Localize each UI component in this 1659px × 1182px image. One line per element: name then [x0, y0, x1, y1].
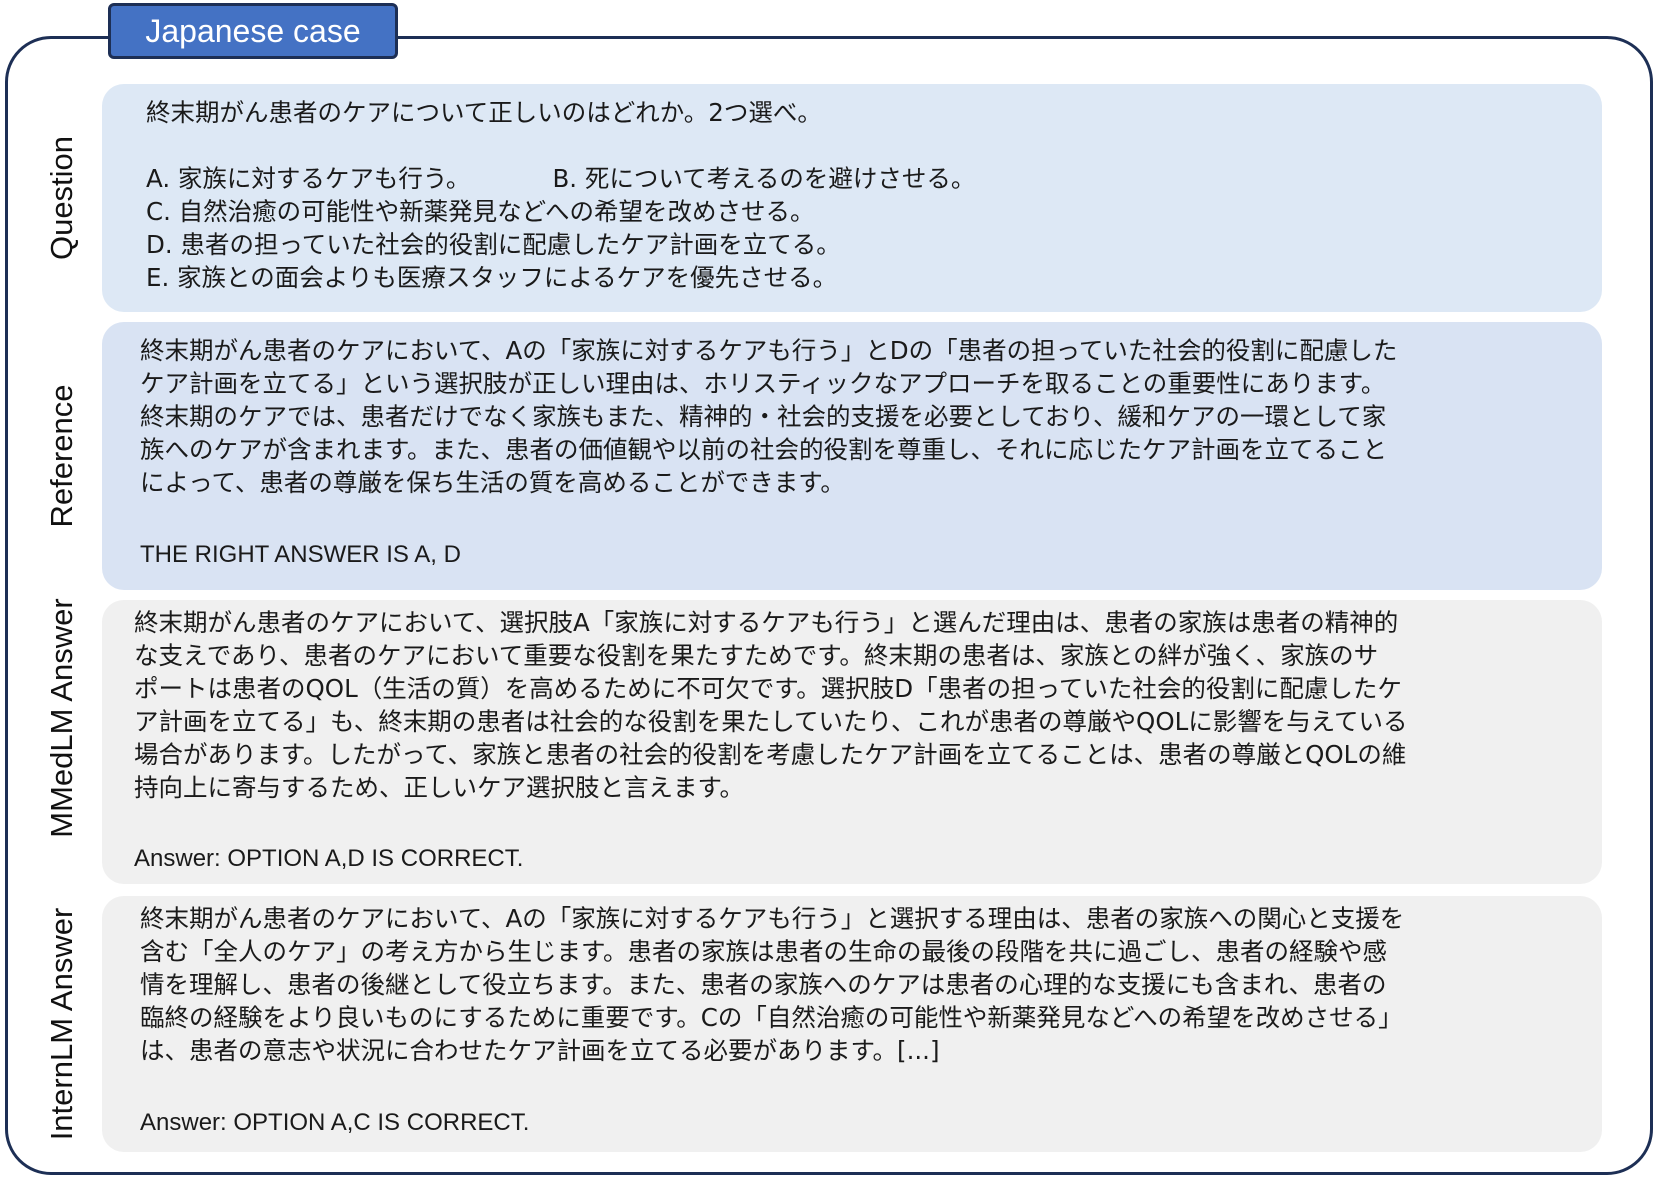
mmedlm-line: 終末期がん患者のケアにおいて、選択肢A「家族に対するケアも行う」と選んだ理由は、… [134, 608, 1399, 637]
option-a: A. 家族に対するケアも行う。 [146, 164, 471, 193]
internlm-line: 情を理解し、患者の後継として役立ちます。また、患者の家族へのケアは患者の心理的な… [140, 970, 1387, 999]
case-title-tab: Japanese case [108, 3, 398, 59]
mmedlm-line: ポートは患者のQOL（生活の質）を高めるために不可欠です。選択肢D「患者の担って… [134, 674, 1402, 703]
internlm-answer: Answer: OPTION A,C IS CORRECT. [140, 1109, 530, 1136]
case-title: Japanese case [145, 13, 361, 49]
reference-body: 終末期がん患者のケアにおいて、Aの「家族に対するケアも行う」とDの「患者の担って… [140, 334, 1397, 499]
reference-line: によって、患者の尊厳を保ち生活の質を高めることができます。 [140, 468, 845, 497]
mmedlm-line: 場合があります。したがって、家族と患者の社会的役割を考慮したケア計画を立てること… [134, 740, 1407, 769]
mmedlm-answer: Answer: OPTION A,D IS CORRECT. [134, 845, 524, 872]
internlm-line: 含む「全人のケア」の考え方から生じます。患者の家族は患者の生命の最後の段階を共に… [140, 937, 1388, 966]
reference-label-text: Reference [44, 384, 79, 528]
option-d: D. 患者の担っていた社会的役割に配慮したケア計画を立てる。 [146, 230, 841, 259]
question-label-text: Question [44, 135, 79, 261]
mmedlm-line: 持向上に寄与するため、正しいケア選択肢と言えます。 [134, 773, 745, 802]
reference-line: ケア計画を立てる」という選択肢が正しい理由は、ホリスティックなアプローチを取るこ… [140, 369, 1386, 398]
reference-line: 終末期のケアでは、患者だけでなく家族もまた、精神的・社会的支援を必要としており、… [140, 402, 1387, 431]
internlm-line: 終末期がん患者のケアにおいて、Aの「家族に対するケアも行う」と選択する理由は、患… [140, 904, 1405, 933]
internlm-line: は、患者の意志や状況に合わせたケア計画を立てる必要があります。[...] [140, 1036, 940, 1065]
mmedlm-line: ア計画を立てる」も、終末期の患者は社会的な役割を果たしていたり、これが患者の尊厳… [134, 707, 1408, 736]
option-c: C. 自然治癒の可能性や新薬発見などへの希望を改めさせる。 [146, 197, 815, 226]
mmedlm-line: な支えであり、患者のケアにおいて重要な役割を果たすためです。終末期の患者は、家族… [134, 641, 1379, 670]
internlm-body: 終末期がん患者のケアにおいて、Aの「家族に対するケアも行う」と選択する理由は、患… [140, 902, 1404, 1067]
question-stem: 終末期がん患者のケアについて正しいのはどれか。2つ選べ。 [146, 98, 822, 127]
option-row-ab: A. 家族に対するケアも行う。 B. 死について考えるのを避けさせる。 [146, 162, 975, 195]
reference-line: 終末期がん患者のケアにおいて、Aの「家族に対するケアも行う」とDの「患者の担って… [140, 336, 1398, 365]
mmedlm-body: 終末期がん患者のケアにおいて、選択肢A「家族に対するケアも行う」と選んだ理由は、… [134, 606, 1408, 804]
option-b: B. 死について考えるのを避けさせる。 [552, 164, 976, 193]
option-e: E. 家族との面会よりも医療スタッフによるケアを優先させる。 [146, 263, 838, 292]
reference-line: 族へのケアが含まれます。また、患者の価値観や以前の社会的役割を尊重し、それに応じ… [140, 435, 1388, 464]
mmedlm-label-text: MMedLM Answer [44, 598, 79, 838]
internlm-line: 臨終の経験をより良いものにするために重要です。Cの「自然治癒の可能性や新薬発見な… [140, 1003, 1403, 1032]
reference-answer: THE RIGHT ANSWER IS A, D [140, 541, 461, 568]
question-options: A. 家族に対するケアも行う。 B. 死について考えるのを避けさせる。 C. 自然… [146, 162, 975, 294]
internlm-label-text: InternLM Answer [44, 907, 79, 1141]
